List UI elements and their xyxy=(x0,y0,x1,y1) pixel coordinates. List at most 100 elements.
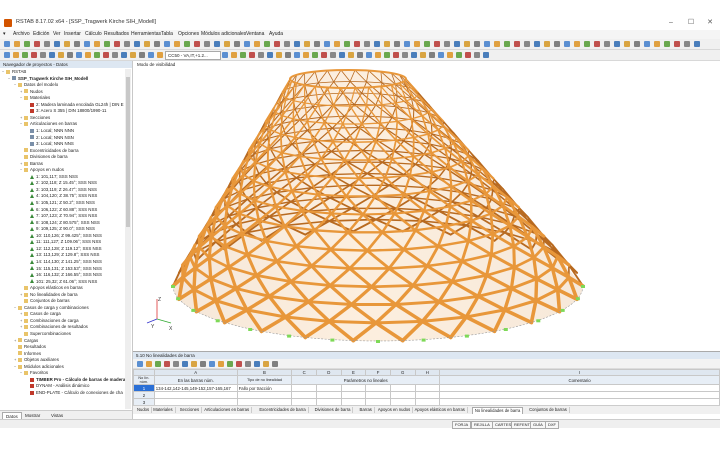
tree-item[interactable]: + Combinaciones de resultados xyxy=(0,324,144,330)
toolbar-button[interactable] xyxy=(74,41,80,47)
maximize-button[interactable]: ☐ xyxy=(684,18,698,28)
toolbar-button[interactable] xyxy=(154,41,160,47)
toolbar-button[interactable] xyxy=(245,361,251,367)
toolbar-button[interactable] xyxy=(484,41,490,47)
table-tab[interactable]: Conjuntos de barras xyxy=(527,407,570,413)
tree-item[interactable]: − Apoyos en nudos xyxy=(0,167,144,173)
toolbar-button[interactable] xyxy=(424,41,430,47)
diagonal-member[interactable] xyxy=(279,133,283,154)
toolbar-button[interactable] xyxy=(464,41,470,47)
tree-item[interactable]: + Casos de carga xyxy=(0,311,144,317)
toolbar-button[interactable] xyxy=(574,41,580,47)
support-node[interactable] xyxy=(560,308,565,312)
toolbar-button[interactable] xyxy=(137,361,143,367)
table-tab[interactable]: No linealidades de barra xyxy=(471,407,524,414)
ring-member[interactable] xyxy=(361,122,381,125)
cell-param[interactable] xyxy=(340,384,367,392)
menu-ayuda[interactable]: Ayuda xyxy=(269,31,283,37)
toolbar-button[interactable] xyxy=(191,361,197,367)
toolbar-button[interactable] xyxy=(694,41,700,47)
support-node[interactable] xyxy=(503,328,508,331)
toolbar-button[interactable] xyxy=(393,52,399,58)
table-tab[interactable]: Barras xyxy=(358,407,375,413)
toolbar-button[interactable] xyxy=(357,52,363,58)
toolbar-button[interactable] xyxy=(164,361,170,367)
toolbar-button[interactable] xyxy=(664,41,670,47)
table-tab[interactable]: Apoyos en nudos xyxy=(376,407,414,413)
menu-archivo[interactable]: Archivo xyxy=(13,31,30,37)
toolbar-button[interactable] xyxy=(155,361,161,367)
row-number[interactable]: 2 xyxy=(133,391,155,399)
toolbar-button[interactable] xyxy=(173,361,179,367)
toolbar-button[interactable] xyxy=(374,41,380,47)
tree-item[interactable]: + Secciones xyxy=(0,115,144,121)
toolbar-button[interactable] xyxy=(22,52,28,58)
toolbar-button[interactable] xyxy=(404,41,410,47)
toolbar-button[interactable] xyxy=(214,41,220,47)
support-node[interactable] xyxy=(536,319,541,323)
support-node[interactable] xyxy=(191,308,196,312)
toolbar-button[interactable] xyxy=(285,52,291,58)
table-tab[interactable]: Divisiones de barra xyxy=(313,407,354,413)
toolbar-button[interactable] xyxy=(44,41,50,47)
diagonal-member[interactable] xyxy=(489,212,495,236)
toolbar-button[interactable] xyxy=(454,41,460,47)
diagonal-member[interactable] xyxy=(192,287,199,314)
support-node[interactable] xyxy=(421,338,426,342)
tree-item[interactable]: Divisiones de barra xyxy=(0,154,144,160)
toolbar-button[interactable] xyxy=(194,41,200,47)
ring-member[interactable] xyxy=(361,212,396,216)
toolbar-button[interactable] xyxy=(263,361,269,367)
toolbar-button[interactable] xyxy=(444,41,450,47)
ring-member[interactable] xyxy=(374,319,424,325)
toolbar-button[interactable] xyxy=(584,41,590,47)
toolbar-button[interactable] xyxy=(354,41,360,47)
toolbar-button[interactable] xyxy=(312,52,318,58)
tree-item[interactable]: + Objetos auxiliares xyxy=(0,357,138,363)
toolbar-button[interactable] xyxy=(504,41,510,47)
toolbar-button[interactable] xyxy=(394,41,400,47)
menu-ventana[interactable]: Ventana xyxy=(246,31,264,37)
diagonal-member[interactable] xyxy=(238,192,242,215)
cell-param[interactable] xyxy=(315,384,342,392)
toolbar-button[interactable] xyxy=(67,52,73,58)
menu-herramientas[interactable]: Herramientas xyxy=(131,31,161,37)
support-node[interactable] xyxy=(464,334,469,338)
close-button[interactable]: ✕ xyxy=(703,18,717,28)
toolbar-button[interactable] xyxy=(130,52,136,58)
toolbar-button[interactable] xyxy=(634,41,640,47)
toolbar-button[interactable] xyxy=(244,41,250,47)
tree-item[interactable]: − RSTAB xyxy=(0,69,126,75)
support-node[interactable] xyxy=(581,285,585,288)
toolbar-button[interactable] xyxy=(624,41,630,47)
support-node[interactable] xyxy=(376,340,380,343)
toolbar-button[interactable] xyxy=(474,41,480,47)
diagonal-member[interactable] xyxy=(430,151,433,173)
menu-resultados[interactable]: Resultados xyxy=(104,31,129,37)
toolbar-button[interactable] xyxy=(157,52,163,58)
cell-param[interactable] xyxy=(414,391,441,399)
table-tab[interactable]: Articulaciones en barras xyxy=(202,407,253,413)
toolbar-button[interactable] xyxy=(4,41,10,47)
cell-comment[interactable] xyxy=(439,391,720,399)
ring-member[interactable] xyxy=(353,140,377,143)
cell-param[interactable] xyxy=(389,391,416,399)
toolbar-button[interactable] xyxy=(139,52,145,58)
toolbar-button[interactable] xyxy=(148,52,154,58)
tree-item[interactable]: Informes xyxy=(0,351,138,357)
toolbar-button[interactable] xyxy=(31,52,37,58)
support-node[interactable] xyxy=(575,297,580,301)
ring-member[interactable] xyxy=(357,176,387,180)
toolbar-button[interactable] xyxy=(434,41,440,47)
toolbar-button[interactable] xyxy=(514,41,520,47)
cell-comment[interactable] xyxy=(439,384,720,392)
toolbar-button[interactable] xyxy=(4,52,10,58)
cell-param[interactable] xyxy=(365,384,391,392)
table-row[interactable]: 1 134-142,142-145,149-152,157-165,167 Fa… xyxy=(133,384,720,392)
toolbar-button[interactable] xyxy=(344,41,350,47)
toolbar-button[interactable] xyxy=(483,52,489,58)
toolbar-button[interactable] xyxy=(456,52,462,58)
menu-edicion[interactable]: Edición xyxy=(33,31,49,37)
ring-member[interactable] xyxy=(366,248,406,252)
support-node[interactable] xyxy=(171,285,175,288)
